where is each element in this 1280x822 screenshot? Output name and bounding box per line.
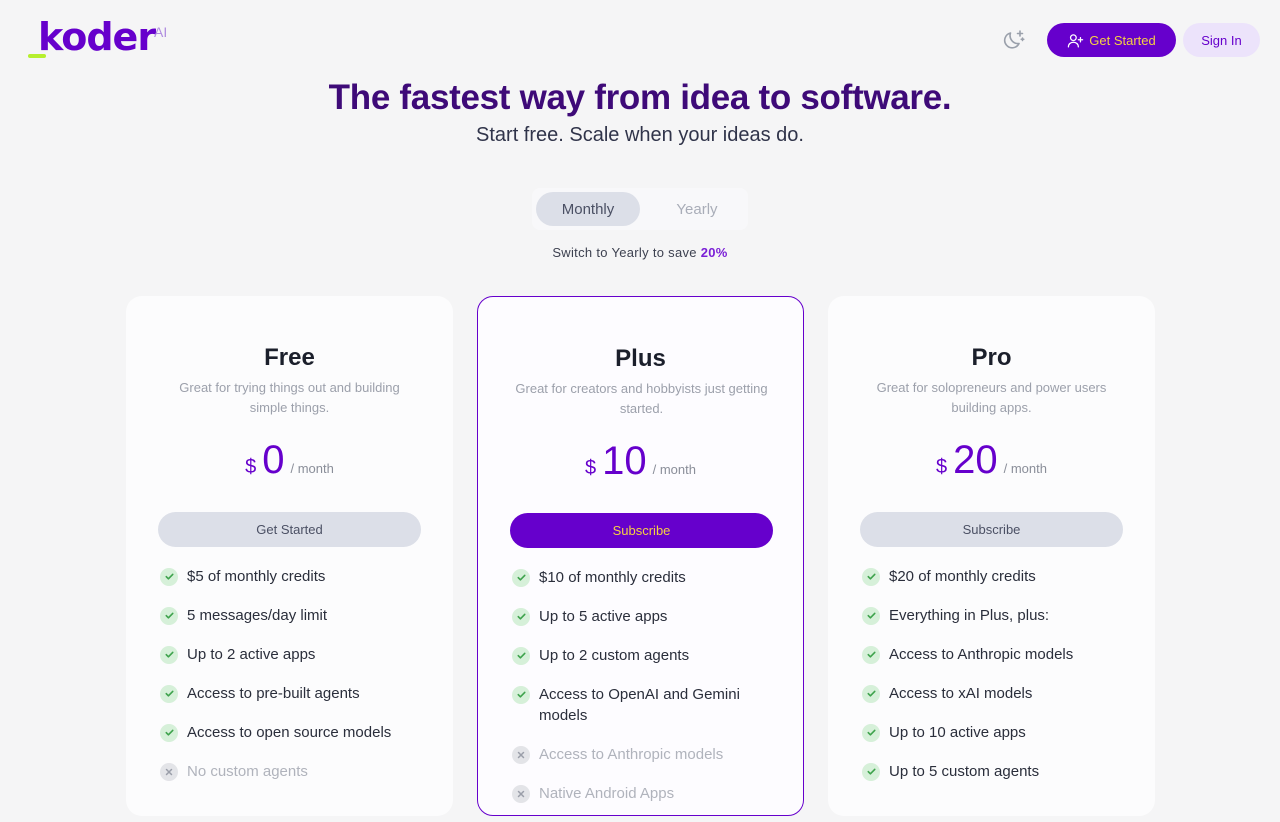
feature-text: $10 of monthly credits [539,569,686,586]
feature-text: Access to xAI models [889,685,1033,702]
feature-text: Access to Anthropic models [889,646,1074,663]
feature-text: Native Android Apps [539,785,675,802]
check-icon [862,762,880,781]
free-get-started-button[interactable]: Get Started [158,512,421,547]
check-icon [160,606,178,625]
page-title: The fastest way from idea to software. [328,78,952,117]
feature-text: Up to 2 active apps [187,646,316,663]
feature-item: Access to xAI models [862,683,1132,704]
page-subtitle: Start free. Scale when your ideas do. [476,124,804,146]
x-icon [512,745,530,764]
feature-item: Up to 2 active apps [160,644,430,665]
check-icon [512,568,530,587]
price-amount: 20 [953,438,998,482]
check-icon [160,645,178,664]
price-amount: 0 [262,438,285,482]
feature-item: $10 of monthly credits [512,567,782,588]
feature-item: Up to 2 custom agents [512,645,782,666]
check-icon [862,645,880,664]
user-plus-icon [1068,33,1084,48]
plan-description: Great for solopreneurs and power users b… [876,380,1107,415]
feature-list: $20 of monthly credits Everything in Plus… [862,566,1132,800]
check-icon [862,606,880,625]
feature-list: $5 of monthly credits 5 messages/day limi… [160,566,430,800]
check-icon [512,607,530,626]
x-icon [160,762,178,781]
top-navbar: koder AI Get Started Sign In [0,0,1280,80]
check-icon [512,646,530,665]
feature-text: $5 of monthly credits [187,568,326,585]
plan-price: $ 10 / month [478,439,803,484]
theme-toggle-button[interactable] [1000,27,1028,53]
feature-text: 5 messages/day limit [187,607,328,624]
plan-name: Pro [971,344,1012,371]
price-period: / month [1003,461,1047,476]
plan-card-free: Free Great for trying things out and bui… [126,296,453,816]
feature-text: $20 of monthly credits [889,568,1036,585]
plus-subscribe-button[interactable]: Subscribe [510,513,773,548]
feature-item: $5 of monthly credits [160,566,430,587]
plan-price: $ 0 / month [126,438,453,483]
price-period: / month [290,461,334,476]
check-icon [160,567,178,586]
feature-item: Everything in Plus, plus: [862,605,1132,626]
price-currency: $ [936,456,948,478]
feature-item: Native Android Apps [512,783,782,804]
check-icon [160,723,178,742]
feature-item: Up to 5 active apps [512,606,782,627]
logo-wordmark: koder [38,15,156,59]
plan-description: Great for trying things out and building… [179,380,400,415]
savings-text: Switch to Yearly to save [552,245,697,260]
check-icon [512,685,530,704]
feature-item: No custom agents [160,761,430,782]
feature-text: No custom agents [187,763,308,780]
feature-text: Everything in Plus, plus: [889,607,1050,624]
sign-in-button[interactable]: Sign In [1183,23,1260,57]
feature-item: Up to 10 active apps [862,722,1132,743]
koder-logo[interactable]: koder AI [26,15,176,64]
feature-text: Access to pre-built agents [187,685,360,702]
check-icon [862,723,880,742]
feature-item: Access to OpenAI and Gemini models [512,684,782,726]
yearly-savings-note: Switch to Yearly to save 20% [0,245,1280,260]
feature-text: Access to Anthropic models [539,746,724,763]
price-currency: $ [585,457,597,479]
feature-item: Access to Anthropic models [862,644,1132,665]
plan-description: Great for creators and hobbyists just ge… [515,381,768,416]
feature-text: Up to 5 active apps [539,608,668,625]
feature-item: Up to 5 custom agents [862,761,1132,782]
feature-text: Up to 5 custom agents [889,763,1040,780]
feature-item: 5 messages/day limit [160,605,430,626]
feature-text: Up to 2 custom agents [539,647,690,664]
plan-price: $ 20 / month [828,438,1155,483]
feature-item: Access to open source models [160,722,430,743]
feature-list: $10 of monthly credits Up to 5 active app… [512,567,782,822]
price-period: / month [652,462,696,477]
feature-item: $20 of monthly credits [862,566,1132,587]
feature-text: Up to 10 active apps [889,724,1026,741]
price-currency: $ [245,456,257,478]
get-started-label: Get Started [1089,32,1156,48]
check-icon [862,684,880,703]
plan-name: Free [264,344,315,371]
plan-card-plus: Plus Great for creators and hobbyists ju… [477,296,804,816]
pro-subscribe-button[interactable]: Subscribe [860,512,1123,547]
savings-percent: 20% [700,245,728,260]
billing-option-yearly[interactable]: Yearly [645,192,749,226]
feature-item: Access to Anthropic models [512,744,782,765]
feature-item: Access to pre-built agents [160,683,430,704]
feature-text: Access to open source models [187,724,392,741]
logo-ai-suffix: AI [154,24,168,40]
billing-option-monthly[interactable]: Monthly [536,192,640,226]
check-icon [160,684,178,703]
feature-text: Access to OpenAI and Gemini models [539,686,740,724]
price-amount: 10 [602,439,647,483]
check-icon [862,567,880,586]
billing-period-toggle: Monthly Yearly [532,188,748,230]
plan-card-pro: Pro Great for solopreneurs and power use… [828,296,1155,816]
get-started-button[interactable]: Get Started [1047,23,1176,57]
moon-sparkle-icon [1003,30,1025,49]
plan-name: Plus [615,345,666,372]
